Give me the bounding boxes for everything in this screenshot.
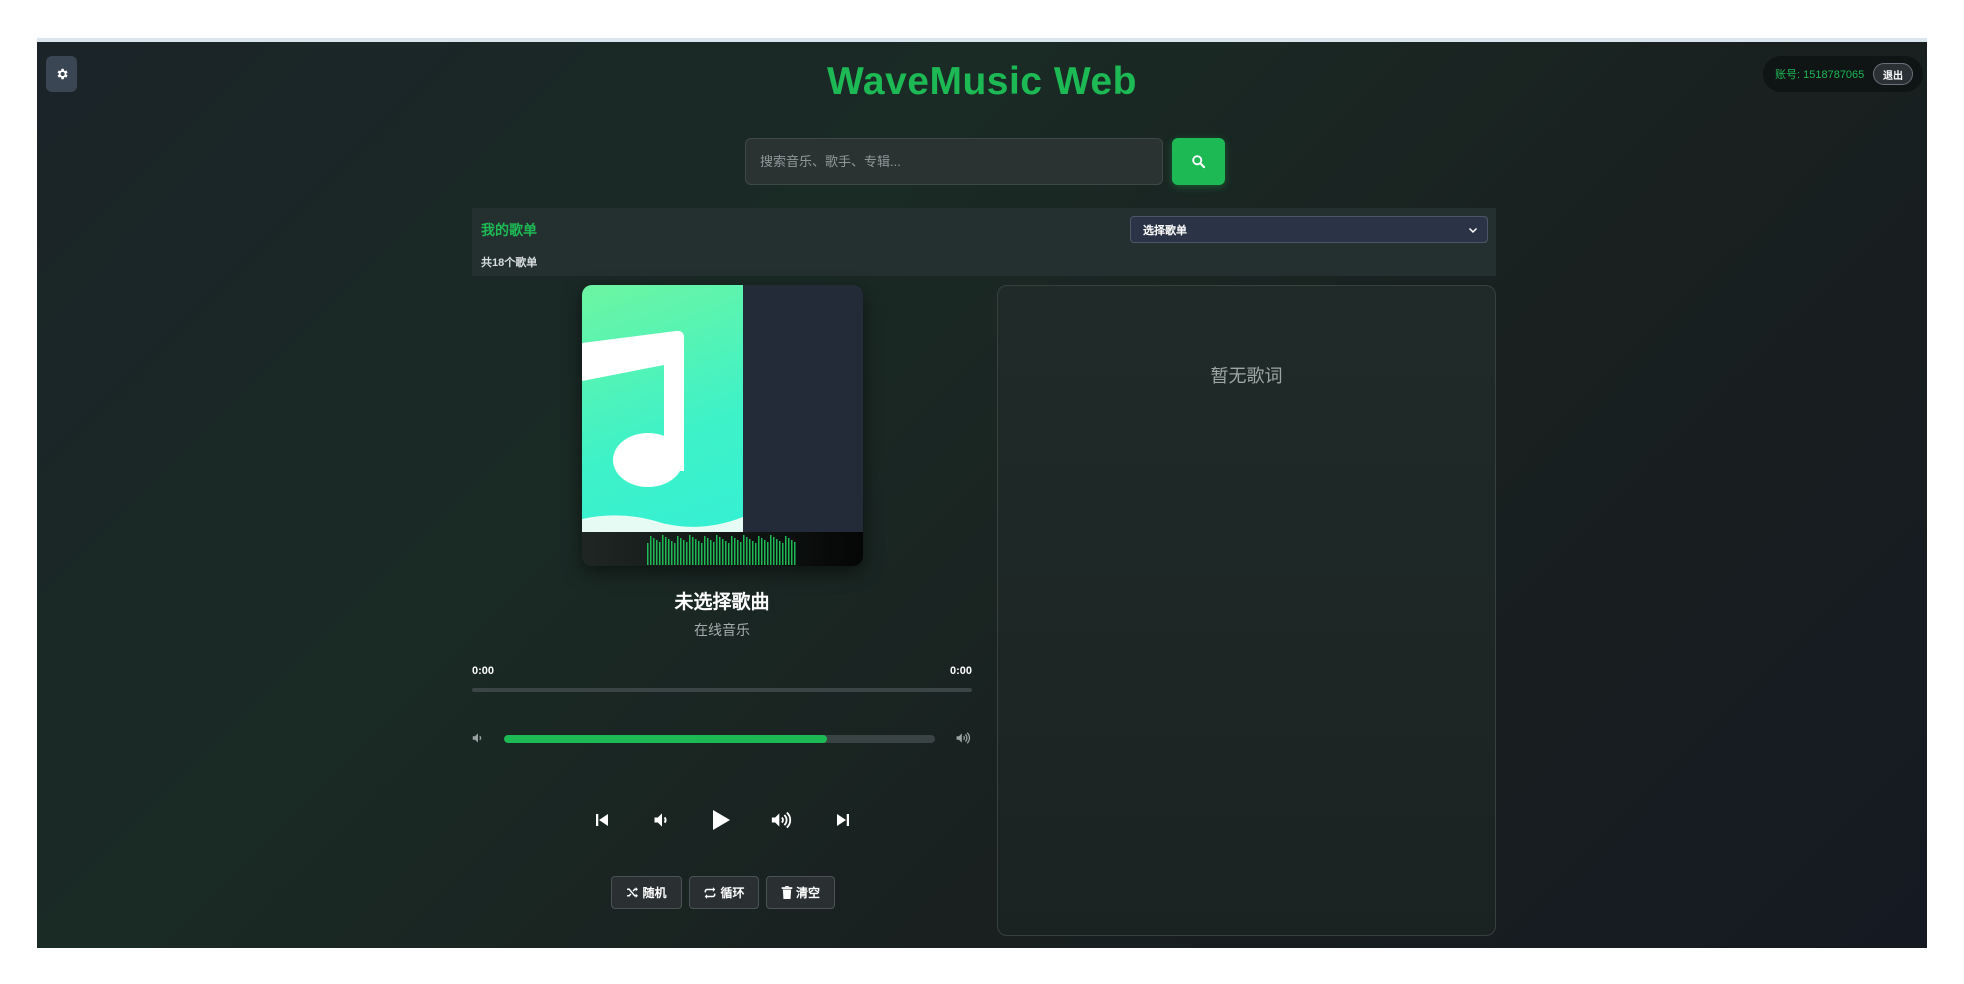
visualizer-bar (737, 540, 739, 565)
visualizer-bar (665, 537, 667, 565)
cover-side-panel (743, 285, 863, 532)
visualizer-bar (704, 536, 706, 565)
visualizer-bar (677, 536, 679, 565)
chevron-down-icon (1468, 227, 1478, 234)
search-icon (1192, 155, 1206, 169)
visualizer-bar (707, 538, 709, 565)
lyrics-empty-text: 暂无歌词 (1210, 366, 1283, 386)
visualizer-bar (653, 538, 655, 565)
waveform-bars (647, 535, 796, 565)
progress-bar[interactable] (472, 688, 972, 692)
visualizer-bar (656, 540, 658, 565)
visualizer-bar (722, 539, 724, 565)
shuffle-button[interactable]: 随机 (611, 876, 682, 909)
volume-down-button[interactable] (644, 802, 680, 838)
cover-art (582, 285, 743, 532)
search-input[interactable] (745, 138, 1163, 185)
previous-button[interactable] (584, 802, 620, 838)
visualizer-bar (650, 536, 652, 565)
volume-up-icon[interactable] (954, 731, 972, 745)
app-window: 账号: 1518787065 退出 WaveMusic Web 我的歌单 共18… (37, 38, 1927, 948)
app-title: WaveMusic Web (827, 60, 1137, 103)
album-cover (582, 285, 863, 566)
visualizer-bar (662, 535, 664, 565)
visualizer-bar (785, 536, 787, 565)
volume-up-icon (771, 811, 792, 829)
visualizer-bar (782, 543, 784, 565)
visualizer-bar (740, 542, 742, 565)
play-icon (713, 810, 730, 830)
volume-slider[interactable] (504, 735, 935, 743)
clear-label: 清空 (795, 886, 820, 900)
visualizer-bar (659, 542, 661, 565)
shuffle-icon (627, 887, 639, 898)
skip-back-icon (596, 814, 608, 826)
visualizer-bar (710, 540, 712, 565)
visualizer-bar (725, 541, 727, 565)
visualizer-bar (773, 537, 775, 565)
visualizer-bar (731, 536, 733, 565)
visualizer-bar (743, 535, 745, 565)
visualizer-bar (749, 539, 751, 565)
visualizer-bar (692, 537, 694, 565)
visualizer-bar (794, 542, 796, 565)
visualizer-bar (674, 543, 676, 565)
current-time: 0:00 (472, 665, 495, 677)
playlist-select[interactable]: 选择歌单 (1130, 216, 1488, 243)
visualizer-bar (767, 542, 769, 565)
play-button[interactable] (703, 802, 739, 838)
visualizer-bar (770, 535, 772, 565)
visualizer-bar (755, 543, 757, 565)
volume-up-button[interactable] (763, 802, 799, 838)
visualizer-bar (686, 542, 688, 565)
visualizer-bar (668, 539, 670, 565)
visualizer-bar (758, 536, 760, 565)
visualizer-bar (791, 540, 793, 565)
volume-fill (504, 735, 828, 743)
visualizer-bar (734, 538, 736, 565)
playlist-panel: 我的歌单 共18个歌单 选择歌单 (472, 208, 1496, 276)
clear-button[interactable]: 清空 (766, 876, 835, 909)
loop-button[interactable]: 循环 (689, 876, 759, 909)
playlist-count: 共18个歌单 (481, 257, 538, 269)
visualizer-bar (695, 539, 697, 565)
search-button[interactable] (1172, 138, 1225, 185)
playlist-title: 我的歌单 (481, 222, 537, 238)
audio-visualizer (582, 532, 863, 566)
visualizer-bar (719, 537, 721, 565)
lyrics-panel: 暂无歌词 (997, 285, 1496, 936)
shuffle-label: 随机 (642, 886, 667, 900)
song-subtitle: 在线音乐 (694, 622, 750, 638)
repeat-icon (705, 886, 716, 899)
visualizer-bar (764, 540, 766, 565)
visualizer-bar (701, 543, 703, 565)
visualizer-bar (746, 537, 748, 565)
trash-icon (781, 886, 793, 899)
visualizer-bar (683, 540, 685, 565)
visualizer-bar (689, 535, 691, 565)
next-button[interactable] (825, 802, 861, 838)
playlist-select-value: 选择歌单 (1143, 224, 1187, 237)
loop-label: 循环 (720, 886, 745, 900)
visualizer-bar (680, 538, 682, 565)
song-title: 未选择歌曲 (674, 592, 770, 613)
visualizer-bar (713, 542, 715, 565)
duration: 0:00 (950, 665, 973, 677)
visualizer-bar (647, 543, 649, 565)
volume-down-icon[interactable] (471, 731, 485, 745)
visualizer-bar (788, 538, 790, 565)
visualizer-bar (752, 541, 754, 565)
visualizer-bar (698, 541, 700, 565)
volume-down-icon (654, 813, 667, 827)
visualizer-bar (716, 535, 718, 565)
music-note-icon (582, 330, 743, 532)
visualizer-bar (779, 541, 781, 565)
visualizer-bar (728, 543, 730, 565)
skip-forward-icon (837, 814, 849, 826)
visualizer-bar (776, 539, 778, 565)
visualizer-bar (671, 541, 673, 565)
visualizer-bar (761, 538, 763, 565)
